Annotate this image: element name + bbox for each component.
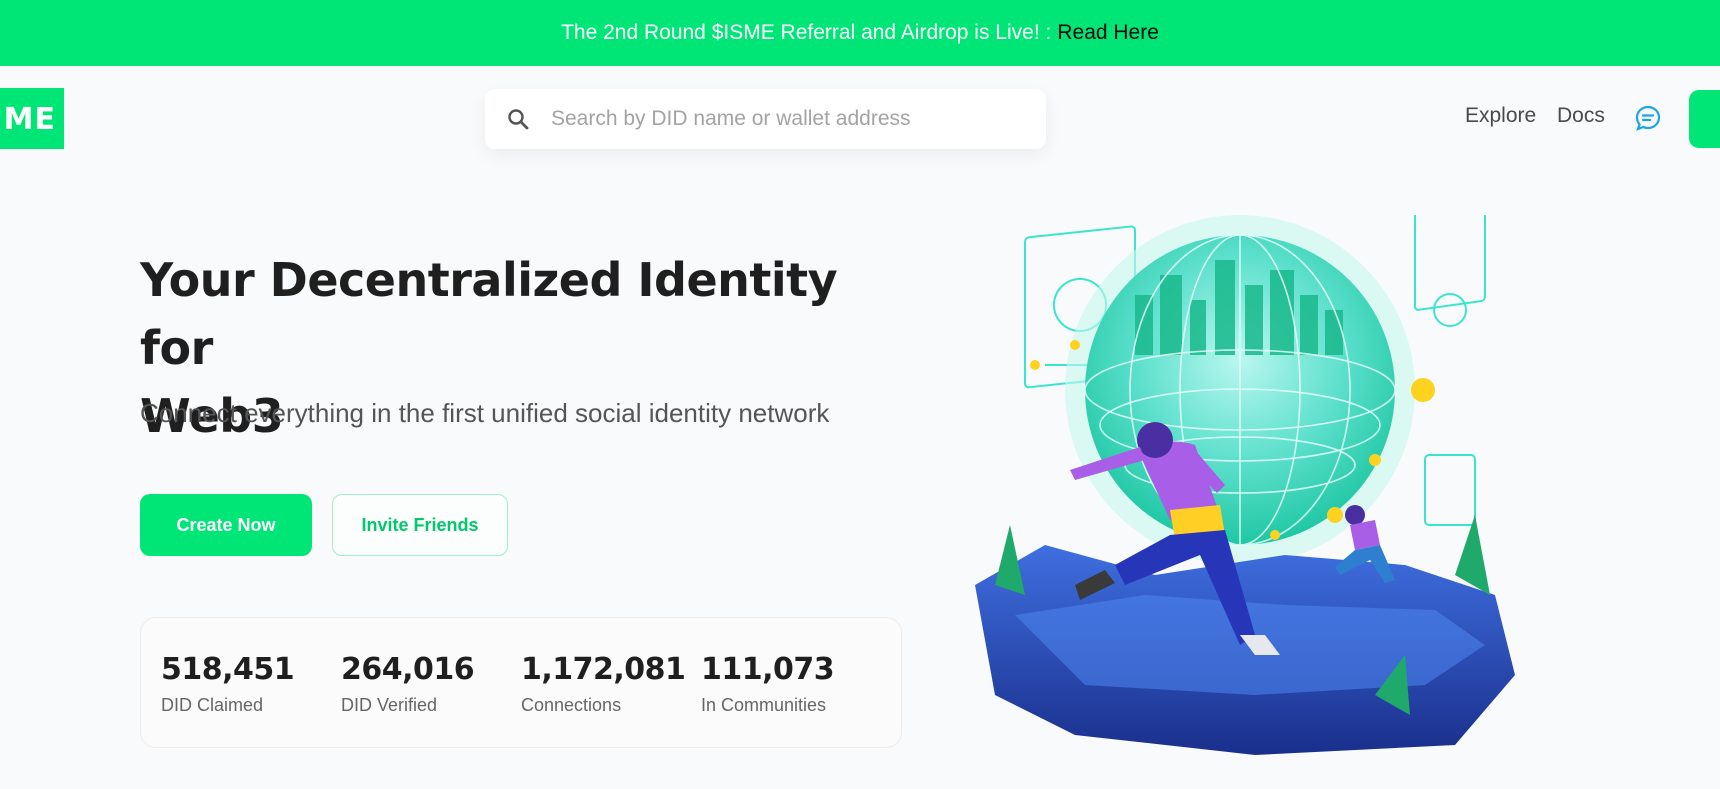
logo[interactable]: ME xyxy=(0,88,64,149)
hero-illustration xyxy=(975,215,1515,755)
hologram-panel-right xyxy=(1414,215,1486,526)
banner-text: The 2nd Round $ISME Referral and Airdrop… xyxy=(561,21,1052,44)
search-bar[interactable]: Search by DID name or wallet address xyxy=(485,89,1046,149)
stat-label: DID Verified xyxy=(341,695,438,715)
hero-title-line1: Your Decentralized Identity for xyxy=(140,253,838,375)
stat-value: 518,451 xyxy=(161,652,295,687)
create-now-button[interactable]: Create Now xyxy=(140,494,312,556)
stat-value: 264,016 xyxy=(341,652,475,687)
hero-subtitle: Connect everything in the first unified … xyxy=(140,398,830,428)
banner-read-here-link[interactable]: Read Here xyxy=(1057,21,1159,45)
search-icon xyxy=(503,104,533,134)
search-input[interactable]: Search by DID name or wallet address xyxy=(551,107,911,131)
chat-icon[interactable] xyxy=(1634,104,1662,132)
stat-label: DID Claimed xyxy=(161,695,264,715)
stat-value: 1,172,081 xyxy=(521,652,686,687)
announcement-banner: The 2nd Round $ISME Referral and Airdrop… xyxy=(0,0,1720,66)
stat-did-verified: 264,016 DID Verified xyxy=(341,652,475,716)
stat-label: Connections xyxy=(521,695,622,715)
stat-label: In Communities xyxy=(701,695,827,715)
stat-in-communities: 111,073 In Communities xyxy=(701,652,835,716)
stat-value: 111,073 xyxy=(701,652,835,687)
stat-connections: 1,172,081 Connections xyxy=(521,652,686,716)
logo-text: ME xyxy=(3,102,56,137)
stats-panel: 518,451 DID Claimed 264,016 DID Verified… xyxy=(140,617,902,748)
connect-wallet-button[interactable] xyxy=(1689,90,1720,148)
nav-docs[interactable]: Docs xyxy=(1557,104,1605,128)
stat-did-claimed: 518,451 DID Claimed xyxy=(161,652,295,716)
invite-friends-button[interactable]: Invite Friends xyxy=(332,494,508,556)
nav-explore[interactable]: Explore xyxy=(1465,104,1536,128)
